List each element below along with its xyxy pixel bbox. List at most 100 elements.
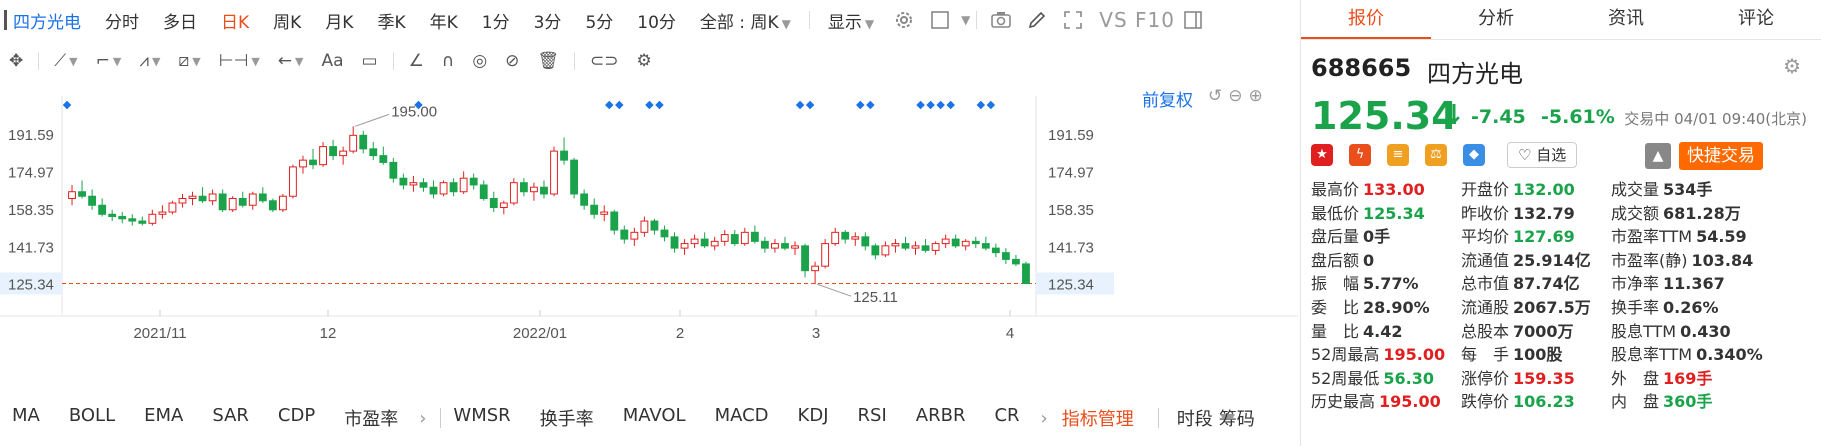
zoom-out-icon[interactable]: ⊖ xyxy=(1228,86,1242,106)
chevron-right-icon[interactable]: › xyxy=(1041,408,1048,429)
link-icon[interactable]: ⊂⊃ xyxy=(590,51,619,71)
adjust-selector[interactable]: 前复权 xyxy=(1142,86,1193,111)
candle-body xyxy=(640,220,649,233)
display-menu[interactable]: 显示 ▼ xyxy=(816,8,886,33)
lightning-icon[interactable]: ϟ xyxy=(1349,144,1371,166)
indicator-tab[interactable]: CR xyxy=(994,405,1036,431)
candle-body xyxy=(720,234,729,242)
period-tab[interactable]: 3分 xyxy=(522,13,574,33)
quote-tab[interactable]: 资讯 xyxy=(1561,0,1691,39)
candle-body xyxy=(710,240,719,247)
indicator-tab[interactable]: KDJ xyxy=(798,405,846,431)
hide-icon[interactable]: ⊘ xyxy=(505,51,519,71)
candle-body xyxy=(730,234,739,245)
display-label: 显示 xyxy=(827,12,862,33)
tag-icon[interactable]: ◆ xyxy=(1463,144,1485,166)
gear-icon[interactable]: ⚙ xyxy=(637,51,652,71)
period-tab[interactable]: 10分 xyxy=(625,13,688,33)
period-tab[interactable]: 多日 xyxy=(151,13,209,33)
candle-body xyxy=(560,150,568,161)
period-tab[interactable]: 日K xyxy=(209,13,261,33)
kline-chart[interactable]: 191.59 191.59 174.97 174.97 158.35 158.35 141.… xyxy=(0,82,1298,382)
chip-distribution-button[interactable]: 筹码 xyxy=(1219,405,1255,431)
visibility-icon[interactable]: ◎ xyxy=(472,51,487,71)
wave-tool-icon[interactable]: ⩘ ▼ xyxy=(139,51,160,71)
y-tick-label-right: 158.35 xyxy=(1048,202,1094,219)
candle-body xyxy=(289,166,297,197)
stat-cell: 成交量 534手 xyxy=(1611,176,1712,200)
gear-icon[interactable]: ⚙ xyxy=(1783,54,1801,78)
quick-trade-button[interactable]: 快捷交易 xyxy=(1679,142,1763,170)
measure-tool-icon[interactable]: ⊢⊣ ▼ xyxy=(219,51,260,71)
indicator-tab[interactable]: SAR xyxy=(212,405,266,431)
period-tab[interactable]: 季K xyxy=(365,13,417,33)
stat-label: 跌停价 xyxy=(1461,392,1510,412)
period-tab[interactable]: 1分 xyxy=(470,13,522,33)
period-tab[interactable]: 周K xyxy=(261,13,313,33)
candle-body xyxy=(278,195,287,211)
compare-button[interactable]: VS F10 xyxy=(1099,8,1175,32)
add-watchlist-button[interactable]: ♡ 自选 xyxy=(1507,142,1578,168)
indicator-manager-button[interactable]: 指标管理 xyxy=(1062,405,1134,431)
zoom-in-icon[interactable]: ⊕ xyxy=(1249,86,1263,106)
fullscreen-icon[interactable] xyxy=(1062,9,1084,31)
comment-icon[interactable]: ▭ xyxy=(362,51,378,71)
text-tool[interactable]: Aa xyxy=(322,51,344,71)
session-button[interactable]: 时段 xyxy=(1177,405,1213,431)
stat-value: 127.69 xyxy=(1513,227,1575,247)
indicator-tab[interactable]: RSI xyxy=(858,405,904,431)
candle-body xyxy=(339,150,348,157)
quote-tab[interactable]: 分析 xyxy=(1431,0,1561,39)
stat-cell: 昨收价 132.79 xyxy=(1461,200,1575,224)
indicator-tab[interactable]: CDP xyxy=(278,405,332,431)
trash-icon[interactable]: 🗑 xyxy=(537,51,559,71)
undo-icon[interactable]: ↺ xyxy=(1208,86,1222,106)
sidebar-toggle-icon[interactable] xyxy=(1182,9,1204,31)
scale-icon[interactable]: ⚖ xyxy=(1425,144,1447,166)
stat-label: 市盈率TTM xyxy=(1611,227,1693,247)
period-tab[interactable]: 年K xyxy=(418,13,470,33)
f10-label: F10 xyxy=(1135,8,1175,32)
indicator-tab[interactable]: ARBR xyxy=(916,405,983,431)
quote-tab[interactable]: 评论 xyxy=(1691,0,1821,39)
stock-name-tab[interactable]: 四方光电 xyxy=(4,8,81,33)
camera-icon[interactable] xyxy=(990,9,1012,31)
indicator-tab[interactable]: MA xyxy=(12,405,57,431)
indicator-tab[interactable]: WMSR xyxy=(453,405,527,431)
indicator-tab[interactable]: 市盈率 xyxy=(344,405,415,431)
eraser-icon[interactable]: ∠ xyxy=(409,51,424,71)
stat-label: 昨收价 xyxy=(1461,203,1510,223)
period-tab[interactable]: 分时 xyxy=(93,13,151,33)
arrow-tool-icon[interactable]: ← ▼ xyxy=(278,51,304,71)
polyline-tool-icon[interactable]: ⌐ ▼ xyxy=(96,51,122,71)
stat-label: 振 幅 xyxy=(1311,274,1360,294)
candle-body xyxy=(128,218,137,222)
chevron-right-icon[interactable]: › xyxy=(419,408,426,429)
quote-tab[interactable]: 报价 xyxy=(1301,0,1431,39)
indicator-tab[interactable]: EMA xyxy=(144,405,200,431)
indicator-tab[interactable]: BOLL xyxy=(69,405,132,431)
stat-value: 100股 xyxy=(1513,345,1563,365)
candle-body xyxy=(700,238,709,247)
bell-icon[interactable]: ▲ xyxy=(1645,143,1671,169)
indicator-tab[interactable]: MACD xyxy=(715,405,786,431)
stat-label: 股息TTM xyxy=(1611,321,1677,341)
candle-body xyxy=(610,211,619,231)
period-tab[interactable]: 月K xyxy=(313,13,365,33)
period-tab[interactable]: 5分 xyxy=(573,13,625,33)
range-selector[interactable]: 全部 : 周K ▼ xyxy=(688,8,803,33)
move-icon[interactable]: ✥ xyxy=(9,51,23,71)
pencil-icon[interactable] xyxy=(1026,9,1048,31)
candle-body xyxy=(650,220,659,231)
candle-body xyxy=(258,193,267,202)
stat-value: 56.30 xyxy=(1383,368,1434,388)
indicator-tab[interactable]: MAVOL xyxy=(623,405,703,431)
line-tool-icon[interactable]: ⟋ ▼ xyxy=(54,51,77,71)
indicator-tab[interactable]: 换手率 xyxy=(540,405,611,431)
fibonacci-tool-icon[interactable]: ⧄ ▼ xyxy=(178,51,200,71)
chevron-down-icon[interactable]: ▼ xyxy=(961,13,970,27)
square-icon[interactable] xyxy=(929,9,951,31)
settings-icon[interactable] xyxy=(893,9,915,31)
magnet-icon[interactable]: ∩ xyxy=(442,51,454,71)
database-icon[interactable]: ≡ xyxy=(1387,144,1409,166)
